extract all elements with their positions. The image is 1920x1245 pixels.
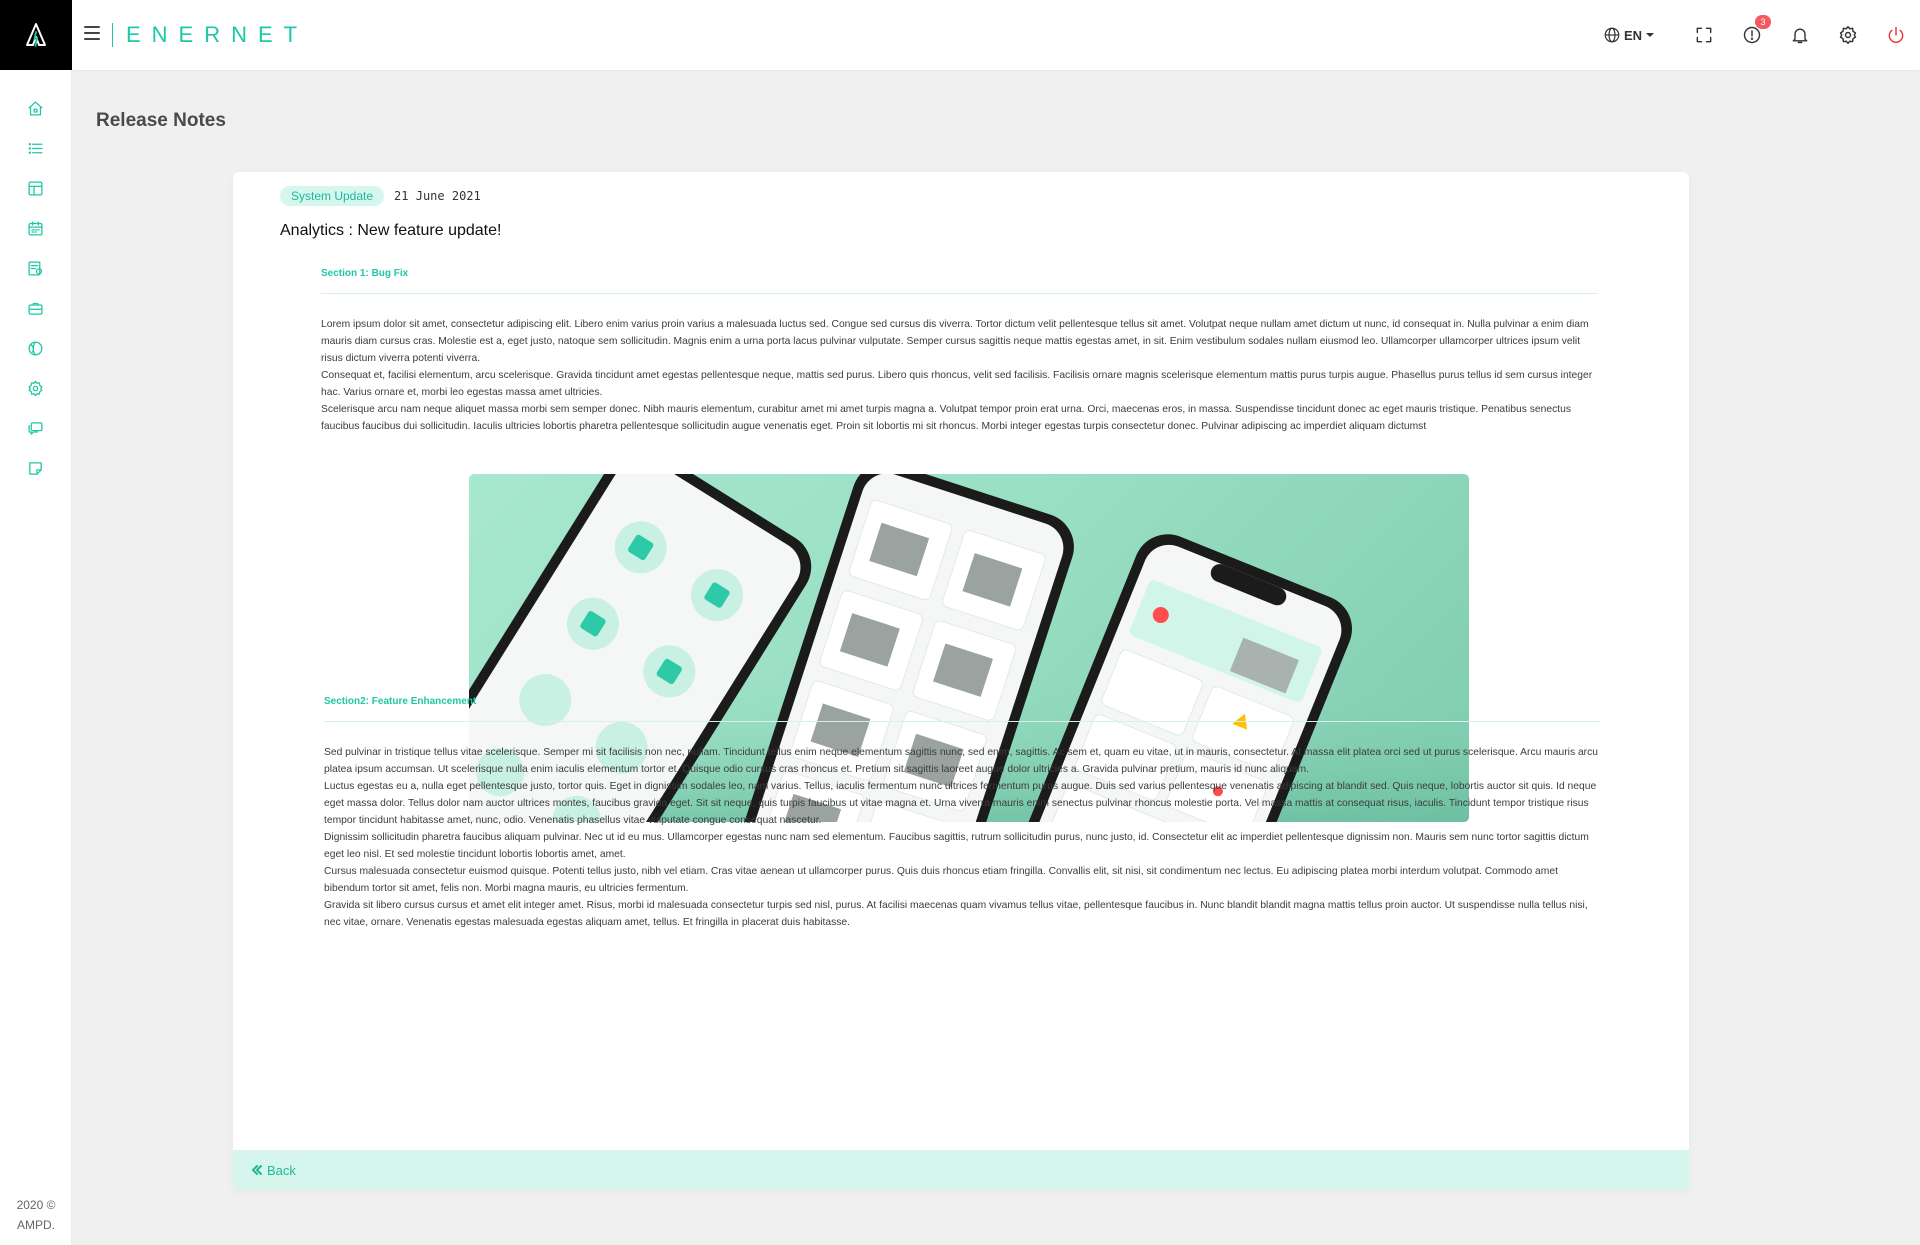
- briefcase-icon: [28, 302, 43, 315]
- alerts-button[interactable]: 3: [1728, 0, 1776, 70]
- back-button[interactable]: Back: [251, 1163, 296, 1178]
- paragraph: Cursus malesuada consectetur euismod qui…: [324, 866, 1558, 894]
- sidebar-nav: [0, 88, 71, 488]
- notifications-button[interactable]: [1776, 0, 1824, 70]
- brand-name: ENERNET: [126, 22, 309, 47]
- paragraph: Lorem ipsum dolor sit amet, consectetur …: [321, 319, 1589, 364]
- layout-icon: [28, 180, 43, 196]
- gear-icon: [1839, 25, 1857, 45]
- fullscreen-icon: [1696, 27, 1712, 43]
- double-chevron-left-icon: [252, 1165, 262, 1175]
- report-icon: [28, 260, 43, 276]
- language-label: EN: [1623, 27, 1642, 43]
- brand-divider: [112, 23, 113, 47]
- paragraph: Luctus egestas eu a, nulla eget pellente…: [324, 781, 1597, 826]
- section-title: Section2: Feature Enhancement: [324, 696, 477, 707]
- sidebar: 2020 © AMPD.: [0, 0, 72, 1245]
- sidebar-item-chat[interactable]: [0, 408, 71, 448]
- release-tag: System Update: [280, 186, 385, 206]
- sidebar-item-layout[interactable]: [0, 168, 71, 208]
- logo-icon: [26, 23, 46, 47]
- globe-icon: [1604, 27, 1620, 43]
- chat-icon: [28, 421, 43, 435]
- globe-icon: [28, 340, 43, 356]
- release-headline: Analytics : New feature update!: [280, 222, 502, 239]
- note-icon: [29, 461, 42, 475]
- section-feature-enhancement: Section2: Feature Enhancement Sed pulvin…: [324, 696, 1601, 931]
- sidebar-item-briefcase[interactable]: [0, 288, 71, 328]
- sidebar-item-settings[interactable]: [0, 368, 71, 408]
- paragraph: Consequat et, facilisi elementum, arcu s…: [321, 370, 1593, 398]
- sidebar-item-calendar[interactable]: [0, 208, 71, 248]
- paragraph: Dignissim sollicitudin pharetra faucibus…: [324, 832, 1589, 860]
- alerts-badge: 3: [1755, 15, 1771, 29]
- sidebar-item-home[interactable]: [0, 88, 71, 128]
- chevron-down-icon: [1646, 33, 1654, 37]
- back-label: Back: [267, 1162, 296, 1178]
- section-title: Section 1: Bug Fix: [321, 268, 409, 279]
- card-footer: Back: [233, 1150, 1689, 1190]
- sidebar-item-list[interactable]: [0, 128, 71, 168]
- settings-button[interactable]: [1824, 0, 1872, 70]
- release-meta: System Update 21 June 2021: [280, 186, 481, 206]
- topbar-actions: EN 3: [1603, 0, 1920, 70]
- paragraph: Gravida sit libero cursus cursus et amet…: [324, 900, 1588, 928]
- home-icon: [28, 100, 43, 116]
- calendar-icon: [28, 220, 43, 236]
- section-divider: [324, 721, 1601, 722]
- release-date: 21 June 2021: [394, 189, 481, 203]
- release-card: System Update 21 June 2021 Analytics : N…: [233, 172, 1689, 1190]
- app-logo[interactable]: [0, 0, 72, 70]
- page-title: Release Notes: [96, 110, 226, 131]
- menu-toggle-button[interactable]: [84, 26, 100, 41]
- fullscreen-button[interactable]: [1680, 0, 1728, 70]
- paragraph: Sed pulvinar in tristique tellus vitae s…: [324, 747, 1598, 775]
- sidebar-item-report[interactable]: [0, 248, 71, 288]
- sidebar-item-globe[interactable]: [0, 328, 71, 368]
- settings-icon: [28, 380, 43, 396]
- copyright: 2020 © AMPD.: [16, 1198, 56, 1232]
- topbar: ENERNET EN 3: [72, 0, 1920, 70]
- section-body: Sed pulvinar in tristique tellus vitae s…: [324, 744, 1601, 931]
- sidebar-item-note[interactable]: [0, 448, 71, 488]
- paragraph: Scelerisque arcu nam neque aliquet massa…: [321, 404, 1571, 432]
- list-icon: [28, 142, 43, 154]
- section-divider: [321, 293, 1598, 294]
- power-icon: [1888, 26, 1904, 43]
- section-body: Lorem ipsum dolor sit amet, consectetur …: [321, 316, 1598, 435]
- section-bug-fix: Section 1: Bug Fix Lorem ipsum dolor sit…: [321, 268, 1598, 435]
- language-selector[interactable]: EN: [1603, 26, 1654, 44]
- logout-button[interactable]: [1872, 0, 1920, 70]
- bell-icon: [1792, 28, 1808, 44]
